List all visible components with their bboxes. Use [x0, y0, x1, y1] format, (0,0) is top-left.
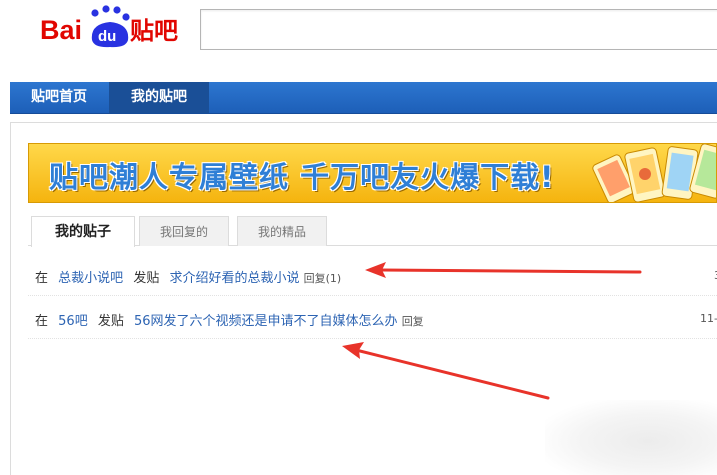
phones-illustration-icon: [592, 144, 716, 202]
banner-text: 贴吧潮人专属壁纸 千万吧友火爆下载!: [49, 160, 555, 194]
post-title-link[interactable]: 56网发了六个视频还是申请不了自媒体怎么办: [134, 314, 398, 329]
blurred-region: [545, 400, 717, 475]
action-label: 发贴: [97, 314, 124, 329]
action-label: 发贴: [133, 271, 160, 286]
forum-link[interactable]: 总裁小说吧: [58, 271, 123, 286]
tab-my-featured[interactable]: 我的精品: [237, 216, 327, 246]
tab-my-replies[interactable]: 我回复的: [139, 216, 229, 246]
baidu-tieba-logo[interactable]: Bai du 贴吧: [40, 2, 190, 50]
svg-text:du: du: [98, 28, 116, 45]
in-label: 在: [35, 271, 49, 286]
list-item: 在 56吧 发贴 56网发了六个视频还是申请不了自媒体怎么办 回复 11-2: [28, 297, 717, 339]
main-nav: 贴吧首页 我的贴吧: [10, 82, 717, 114]
nav-tab-tieba-home[interactable]: 贴吧首页: [10, 82, 108, 113]
nav-tab-my-tieba[interactable]: 我的贴吧: [109, 82, 209, 113]
search-input[interactable]: [200, 9, 717, 50]
wallpaper-ad-banner[interactable]: 贴吧潮人专属壁纸 千万吧友火爆下载!: [28, 143, 717, 203]
list-item: 在 总裁小说吧 发贴 求介绍好看的总裁小说 回复(1) 3-: [28, 254, 717, 296]
forum-link[interactable]: 56吧: [58, 314, 88, 329]
tab-my-posts[interactable]: 我的贴子: [31, 216, 135, 247]
in-label: 在: [35, 314, 49, 329]
post-date: 11-2: [700, 312, 717, 325]
page: Bai du 贴吧 贴吧首页 我的贴吧 贴吧潮人专属壁纸 千万吧友火爆下载! 我…: [0, 0, 717, 475]
svg-text:贴吧: 贴吧: [130, 17, 178, 45]
svg-text:Bai: Bai: [40, 15, 82, 45]
post-title-link[interactable]: 求介绍好看的总裁小说: [169, 271, 299, 286]
reply-count[interactable]: 回复(1): [304, 272, 342, 285]
reply-count[interactable]: 回复: [402, 315, 424, 328]
